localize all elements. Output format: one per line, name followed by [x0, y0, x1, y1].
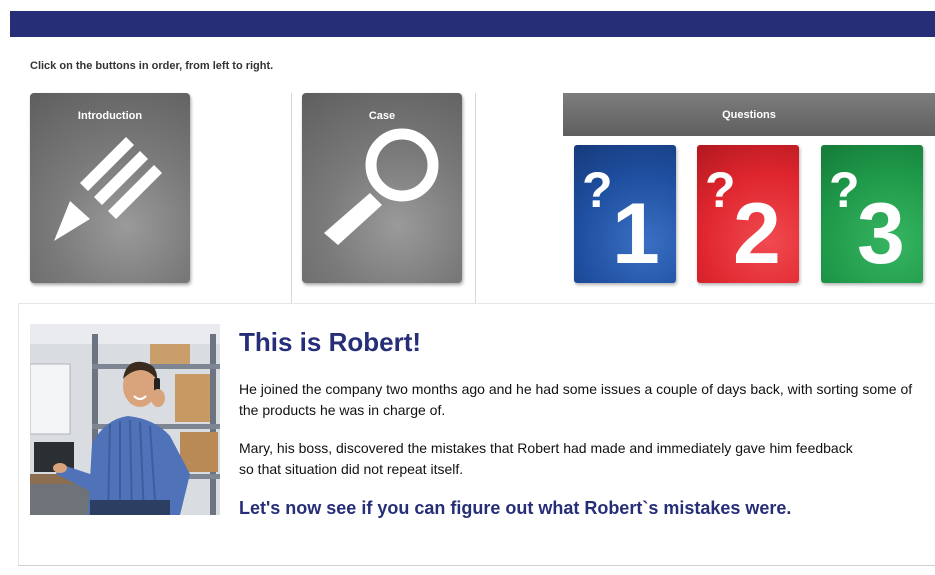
magnifier-icon [324, 128, 439, 245]
question-number: 3 [857, 186, 905, 282]
question-3-button[interactable]: ? 3 [821, 145, 923, 283]
question-1-button[interactable]: ? 1 [574, 145, 676, 283]
question-number: 2 [733, 186, 781, 282]
question-number-icon: ? 1 [582, 162, 660, 282]
introduction-button[interactable]: Introduction [30, 93, 190, 283]
divider [291, 93, 292, 305]
pencil-icon [54, 137, 162, 241]
robert-photo [30, 324, 220, 515]
question-mark: ? [705, 162, 736, 218]
question-number-icon: ? 3 [829, 162, 905, 282]
question-mark: ? [582, 162, 613, 218]
top-header-bar [10, 11, 935, 37]
question-number-icon: ? 2 [705, 162, 781, 282]
instruction-text: Click on the buttons in order, from left… [30, 60, 274, 72]
question-number: 1 [612, 186, 660, 282]
page-title: This is Robert! [239, 327, 422, 357]
questions-label: Questions [722, 109, 776, 121]
case-button[interactable]: Case [302, 93, 462, 283]
questions-header: Questions [563, 93, 935, 136]
bottom-divider [18, 565, 935, 566]
feedback-paragraph: Mary, his boss, discovered the mistakes … [239, 440, 853, 477]
question-2-button[interactable]: ? 2 [697, 145, 799, 283]
call-to-action-text: Let's now see if you can figure out what… [239, 498, 792, 518]
divider [475, 93, 476, 305]
intro-paragraph: He joined the company two months ago and… [239, 381, 913, 418]
question-mark: ? [829, 162, 860, 218]
